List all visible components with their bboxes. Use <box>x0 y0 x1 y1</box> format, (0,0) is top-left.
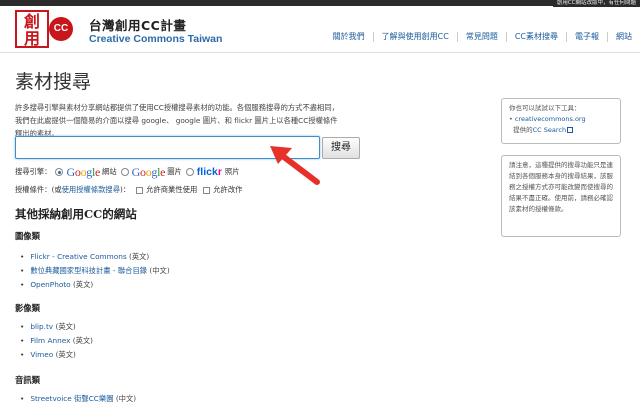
engine-selector: 搜尋引擎： Google 網站 Google 圖片 flickr 照片 <box>15 165 240 179</box>
audio-sites-list: Streetvoice 街聲CC樂園 (中文) <box>20 392 136 406</box>
conditions-label-end: )： <box>120 185 131 194</box>
nav-about[interactable]: 關於我們 <box>325 32 373 42</box>
google-logo-icon: Google <box>131 164 166 179</box>
site-subtitle[interactable]: Creative Commons Taiwan <box>89 33 222 45</box>
site-link[interactable]: OpenPhoto <box>30 280 70 289</box>
conditions-label: 授權條件：(或 <box>15 185 62 194</box>
engine-radio-google-images[interactable] <box>120 168 129 176</box>
logo-mark: 創用 <box>15 10 49 48</box>
commercial-checkbox[interactable] <box>136 186 144 194</box>
lang-tag: (英文) <box>72 336 94 345</box>
video-sites-list: blip.tv (英文) Film Annex (英文) Vimeo (英文) <box>20 320 93 362</box>
image-sites-list: Flickr - Creative Commons (英文) 數位典藏國家型科技… <box>20 250 170 292</box>
warning-text: 請注意，這種提供的搜尋功能只是連結到各個服務本身的搜尋結果，該服務之授權方式亦可… <box>509 161 613 213</box>
category-heading-video: 影像類 <box>15 303 40 313</box>
nav-cc-search[interactable]: CC素材搜尋 <box>505 32 566 42</box>
engine-option-label: 照片 <box>224 167 240 176</box>
site-link[interactable]: blip.tv <box>30 322 53 331</box>
site-link[interactable]: 數位典藏國家型科技計畫 - 聯合目錄 <box>30 266 147 275</box>
list-item: Streetvoice 街聲CC樂園 (中文) <box>20 392 136 406</box>
derivatives-checkbox[interactable] <box>203 186 211 194</box>
nav-learn[interactable]: 了解與使用創用CC <box>372 32 457 42</box>
lang-tag: (中文) <box>149 266 170 275</box>
license-search-link[interactable]: 使用授權條款搜尋 <box>62 185 120 195</box>
nav-newsletter[interactable]: 電子報 <box>566 32 607 42</box>
intro-text: 許多搜尋引擎與素材分享網站都提供了使用CC授權搜尋素材的功能。各個服務搜尋的方式… <box>15 103 339 138</box>
category-heading-audio: 音訊類 <box>15 375 40 385</box>
lang-tag: (中文) <box>115 394 137 403</box>
list-item: Vimeo (英文) <box>20 348 93 362</box>
site-title[interactable]: 台灣創用CC計畫 <box>89 15 186 34</box>
engine-option-label: 圖片 <box>167 167 182 176</box>
lang-tag: (英文) <box>55 350 76 359</box>
tools-item: • creativecommons.org <box>509 115 586 123</box>
cc-logo-icon: CC <box>49 17 73 41</box>
engine-label: 搜尋引擎： <box>15 167 52 176</box>
site-logo[interactable]: 創用 CC <box>15 10 75 48</box>
engine-option-label: 網站 <box>102 167 117 176</box>
list-item: blip.tv (英文) <box>20 320 93 334</box>
flickr-logo-icon: flickr <box>196 166 222 178</box>
red-arrow-icon <box>270 146 320 185</box>
search-button[interactable]: 搜尋 <box>322 137 360 159</box>
page-title: 素材搜尋 <box>15 71 92 93</box>
list-item: OpenPhoto (英文) <box>20 278 170 292</box>
nav-site[interactable]: 網站 <box>607 32 640 42</box>
lang-tag: (英文) <box>128 252 150 261</box>
list-item: Film Annex (英文) <box>20 334 93 348</box>
site-link[interactable]: Streetvoice 街聲CC樂園 <box>30 394 113 403</box>
list-item: 數位典藏國家型科技計畫 - 聯合目錄 (中文) <box>20 264 170 278</box>
sidebar-warning-box: 請注意，這種提供的搜尋功能只是連結到各個服務本身的搜尋結果，該服務之授權方式亦可… <box>501 155 621 237</box>
nav-faq[interactable]: 常見問題 <box>456 32 506 42</box>
cc-search-link[interactable]: CC Search <box>533 126 566 134</box>
commercial-label: 允許商業性使用 <box>146 185 198 194</box>
derivatives-label: 允許改作 <box>213 185 243 194</box>
tools-provided: 提供的 <box>513 126 533 134</box>
other-sites-heading: 其他採納創用CC的網站 <box>15 207 137 221</box>
engine-radio-google-web[interactable] <box>55 168 64 176</box>
site-link[interactable]: Vimeo <box>30 350 53 359</box>
list-item: Flickr - Creative Commons (英文) <box>20 250 170 264</box>
license-conditions: 授權條件：(或 使用授權條款搜尋 )： 允許商業性使用 允許改作 <box>15 184 242 196</box>
engine-radio-flickr[interactable] <box>185 168 194 176</box>
category-heading-images: 圖像類 <box>15 231 40 241</box>
site-link[interactable]: Flickr - Creative Commons <box>30 252 126 261</box>
site-link[interactable]: Film Annex <box>30 336 70 345</box>
sidebar-tools-box: 你也可以試試以下工具： • creativecommons.org 提供的CC … <box>501 98 621 144</box>
main-nav: 關於我們 了解與使用創用CC 常見問題 CC素材搜尋 電子報 網站 <box>325 32 640 42</box>
tools-item: 提供的CC Search <box>509 125 613 136</box>
site-header: 創用 CC 台灣創用CC計畫 Creative Commons Taiwan 關… <box>0 6 640 53</box>
external-link-icon <box>567 127 574 133</box>
lang-tag: (英文) <box>55 322 76 331</box>
google-logo-icon: Google <box>66 164 101 179</box>
tools-intro: 你也可以試試以下工具： <box>509 104 581 112</box>
lang-tag: (英文) <box>72 280 94 289</box>
cc-org-link[interactable]: creativecommons.org <box>515 115 586 123</box>
